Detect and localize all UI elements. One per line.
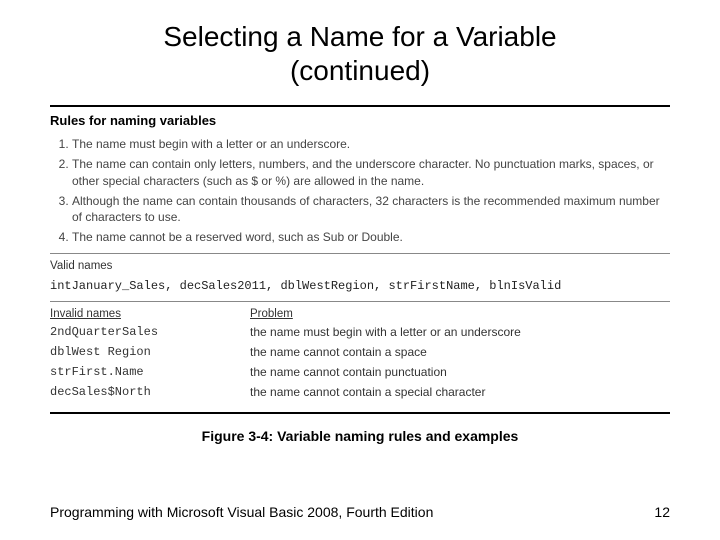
invalid-name: dblWest Region bbox=[50, 342, 250, 362]
rules-list: The name must begin with a letter or an … bbox=[50, 136, 670, 245]
rule-item: The name can contain only letters, numbe… bbox=[72, 156, 670, 188]
invalid-names-table: Invalid names Problem 2ndQuarterSales th… bbox=[50, 308, 670, 402]
invalid-name: decSales$North bbox=[50, 382, 250, 402]
slide-title: Selecting a Name for a Variable (continu… bbox=[50, 20, 670, 87]
rules-heading: Rules for naming variables bbox=[50, 113, 670, 128]
valid-names-heading: Valid names bbox=[50, 260, 670, 272]
page-number: 12 bbox=[654, 504, 670, 520]
invalid-col-problem: Problem bbox=[250, 308, 670, 322]
invalid-problem: the name cannot contain a special charac… bbox=[250, 382, 670, 402]
table-row: dblWest Region the name cannot contain a… bbox=[50, 342, 670, 362]
invalid-problem: the name cannot contain punctuation bbox=[250, 362, 670, 382]
rule-item: The name cannot be a reserved word, such… bbox=[72, 229, 670, 245]
rule-item: Although the name can contain thousands … bbox=[72, 193, 670, 225]
table-row: strFirst.Name the name cannot contain pu… bbox=[50, 362, 670, 382]
table-row: decSales$North the name cannot contain a… bbox=[50, 382, 670, 402]
valid-names-list: intJanuary_Sales, decSales2011, dblWestR… bbox=[50, 278, 670, 295]
figure-box: Rules for naming variables The name must… bbox=[50, 105, 670, 414]
slide-footer: Programming with Microsoft Visual Basic … bbox=[50, 504, 670, 520]
invalid-name: strFirst.Name bbox=[50, 362, 250, 382]
table-row: 2ndQuarterSales the name must begin with… bbox=[50, 322, 670, 342]
invalid-name: 2ndQuarterSales bbox=[50, 322, 250, 342]
title-line-1: Selecting a Name for a Variable bbox=[163, 21, 556, 52]
invalid-col-names: Invalid names bbox=[50, 308, 250, 322]
rule-item: The name must begin with a letter or an … bbox=[72, 136, 670, 152]
footer-text: Programming with Microsoft Visual Basic … bbox=[50, 504, 433, 520]
invalid-problem: the name must begin with a letter or an … bbox=[250, 322, 670, 342]
title-line-2: (continued) bbox=[290, 55, 430, 86]
figure-caption: Figure 3-4: Variable naming rules and ex… bbox=[50, 428, 670, 444]
divider bbox=[50, 301, 670, 302]
divider bbox=[50, 253, 670, 254]
invalid-problem: the name cannot contain a space bbox=[250, 342, 670, 362]
